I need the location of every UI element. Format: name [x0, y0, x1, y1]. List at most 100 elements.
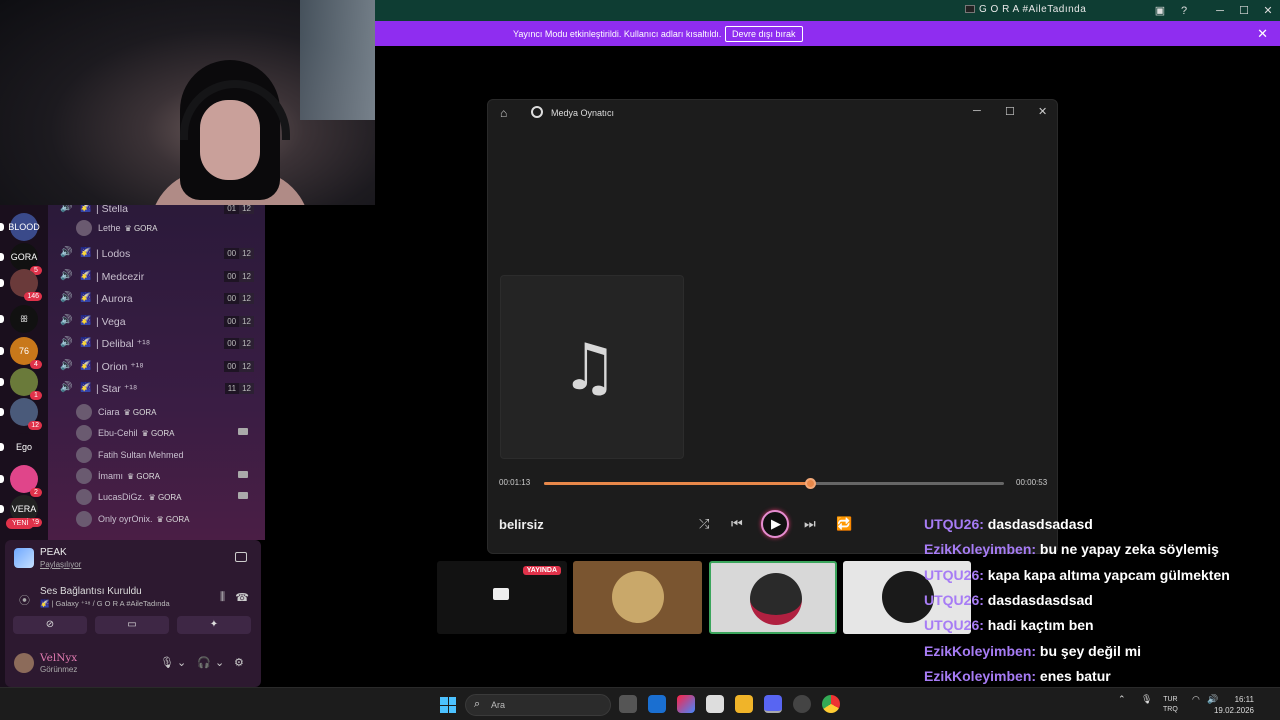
wifi-icon[interactable]: ◠ — [1192, 694, 1200, 705]
chevron-up-icon[interactable]: ⌃ — [1118, 694, 1126, 705]
unread-indicator — [0, 378, 4, 386]
username[interactable]: VelNyx — [40, 652, 77, 664]
home-icon[interactable]: ⌂ — [500, 106, 507, 120]
system-clock[interactable]: 16:11 19.02.2026 — [1214, 694, 1254, 716]
gear-icon[interactable]: ⚙ — [234, 656, 244, 669]
server-icon[interactable]: ꕥ — [0, 305, 38, 333]
chrome-icon[interactable] — [822, 695, 840, 713]
activity-subtitle[interactable]: Paylaşılıyor — [40, 560, 81, 569]
player-title: Medya Oynatıcı — [551, 108, 615, 118]
voice-channel[interactable]: 🔊 🌠 | Vega 00 12 — [58, 312, 258, 332]
windows-start-icon[interactable] — [440, 697, 456, 713]
shuffle-icon[interactable]: ⤮ — [699, 516, 709, 532]
chevron-down-icon[interactable]: ⌄ — [177, 656, 186, 669]
mention-badge: 1 — [30, 391, 42, 400]
chat-username: EzikKoleyimben: — [924, 667, 1037, 684]
voice-user[interactable]: Only oyrOnix. ♛ GORA — [76, 509, 256, 529]
steam-icon[interactable] — [793, 695, 811, 713]
disable-streamer-mode-button[interactable]: Devre dışı bırak — [725, 26, 803, 42]
camera-off-button[interactable]: ⊘ — [13, 616, 87, 634]
help-icon[interactable]: ? — [1172, 5, 1196, 17]
search-box[interactable]: ⌕ Ara — [465, 694, 611, 716]
disconnect-icon[interactable]: ☎ — [235, 591, 249, 604]
server-icon[interactable]: Ego — [0, 433, 38, 461]
copilot-icon[interactable] — [677, 695, 695, 713]
activity-title: PEAK — [40, 547, 67, 558]
voice-user[interactable]: Ebu-Cehil ♛ GORA — [76, 423, 256, 443]
repeat-icon[interactable]: 🔁 — [836, 516, 852, 532]
maximize-button[interactable]: ☐ — [1005, 105, 1015, 118]
stream-tile-live[interactable]: YAYINDA — [437, 561, 567, 634]
server-icon[interactable]: 1 — [0, 368, 42, 400]
server-icon[interactable]: GORA 5 — [0, 243, 42, 275]
new-badge[interactable]: YENİ — [6, 518, 35, 529]
voice-user[interactable]: Ciara ♛ GORA — [76, 402, 256, 422]
voice-location[interactable]: 🌠 | Galaxy ⁺¹⁸ / G O R A #AileTadında — [40, 599, 170, 608]
channel-emoji: 🌠 — [80, 382, 92, 392]
chat-message: UTQU26: hadi kaçtım ben — [924, 617, 1094, 633]
seek-handle[interactable] — [805, 478, 817, 489]
avatar[interactable] — [14, 653, 34, 673]
mention-badge: 12 — [28, 421, 42, 430]
speaker-icon: 🔊 — [60, 247, 73, 258]
voice-user[interactable]: Lethe ♛ GORA — [76, 218, 256, 238]
previous-icon[interactable]: ⏮ — [731, 516, 743, 532]
unread-indicator — [0, 315, 4, 323]
channel-name: | Star ⁺¹⁸ — [96, 383, 138, 395]
task-view-icon[interactable] — [619, 695, 637, 713]
voice-channel[interactable]: 🔊 🌠 | Medcezir 00 12 — [58, 267, 258, 287]
server-icon[interactable]: 12 — [0, 398, 42, 430]
chat-username: UTQU26: — [924, 617, 984, 634]
participant-tile[interactable] — [573, 561, 702, 634]
close-button[interactable]: ✕ — [1256, 4, 1280, 17]
inbox-icon[interactable]: ▣ — [1148, 4, 1172, 17]
screen-share-button[interactable]: ▭ — [95, 616, 169, 634]
close-icon[interactable]: ✕ — [1257, 26, 1268, 42]
headphones-icon[interactable]: 🎧 — [197, 656, 211, 669]
channel-emoji: 🌠 — [80, 247, 92, 257]
voice-channel[interactable]: 🔊 🌠 | Delibal ⁺¹⁸ 00 12 — [58, 334, 258, 354]
server-icon[interactable]: 2 — [0, 465, 42, 497]
participant-tile[interactable] — [709, 561, 837, 634]
chat-text: enes batur — [1039, 667, 1111, 684]
store-icon[interactable] — [706, 695, 724, 713]
user-limit: 11 12 — [224, 383, 254, 394]
minimize-button[interactable]: ─ — [973, 105, 981, 117]
voice-channel[interactable]: 🔊 🌠 | Star ⁺¹⁸ 11 12 — [58, 379, 258, 399]
microphone-icon[interactable]: 🎙 — [160, 656, 174, 669]
chat-message: UTQU26: kapa kapa altıma yapcam gülmekte… — [924, 567, 1230, 583]
avatar — [750, 573, 802, 625]
language-indicator[interactable]: TUR TRQ — [1163, 695, 1178, 715]
seek-bar[interactable] — [544, 478, 1004, 489]
server-icon[interactable]: BLOOD — [0, 213, 40, 241]
voice-channel[interactable]: 🔊 🌠 | Orion ⁺¹⁸ 00 12 — [58, 357, 258, 377]
share-screen-icon[interactable] — [235, 552, 247, 562]
minimize-button[interactable]: ─ — [1208, 5, 1232, 17]
discord-titlebar: G O R A #AileTadında ▣ ? ─ ☐ ✕ — [375, 0, 1280, 21]
voice-user[interactable]: LucasDiGz. ♛ GORA — [76, 487, 256, 507]
album-art: ♫ — [500, 275, 684, 459]
microphone-icon[interactable]: 🎙 — [1141, 694, 1152, 705]
voice-channel[interactable]: 🔊 🌠 | Lodos 00 12 — [58, 244, 258, 264]
window-title: G O R A #AileTadında — [965, 4, 1086, 15]
voice-channel[interactable]: 🔊 🌠 | Aurora 00 12 — [58, 289, 258, 309]
next-icon[interactable]: ⏭ — [804, 516, 816, 532]
clan-tag: ♛ GORA — [156, 515, 190, 524]
file-explorer-icon[interactable] — [735, 695, 753, 713]
voice-channel[interactable]: 🔊 🌠 | Stella 01 12 — [58, 205, 258, 219]
server-icon[interactable]: 76 4 — [0, 337, 42, 369]
outlook-icon[interactable] — [648, 695, 666, 713]
voice-user[interactable]: Fatih Sultan Mehmed — [76, 445, 256, 465]
user-limit: 01 12 — [224, 205, 254, 214]
voice-user[interactable]: İmamı ♛ GORA — [76, 466, 256, 486]
remaining-time: 00:00:53 — [1016, 478, 1048, 487]
chevron-down-icon[interactable]: ⌄ — [215, 656, 224, 669]
unread-indicator — [0, 223, 4, 231]
activities-button[interactable]: ✦ — [177, 616, 251, 634]
discord-icon[interactable] — [764, 695, 782, 713]
noise-suppression-icon[interactable]: ⫼ — [220, 591, 225, 604]
close-button[interactable]: ✕ — [1038, 105, 1047, 118]
maximize-button[interactable]: ☐ — [1232, 4, 1256, 17]
play-button[interactable]: ▶ — [761, 510, 789, 538]
server-icon[interactable]: 146 — [0, 269, 42, 301]
